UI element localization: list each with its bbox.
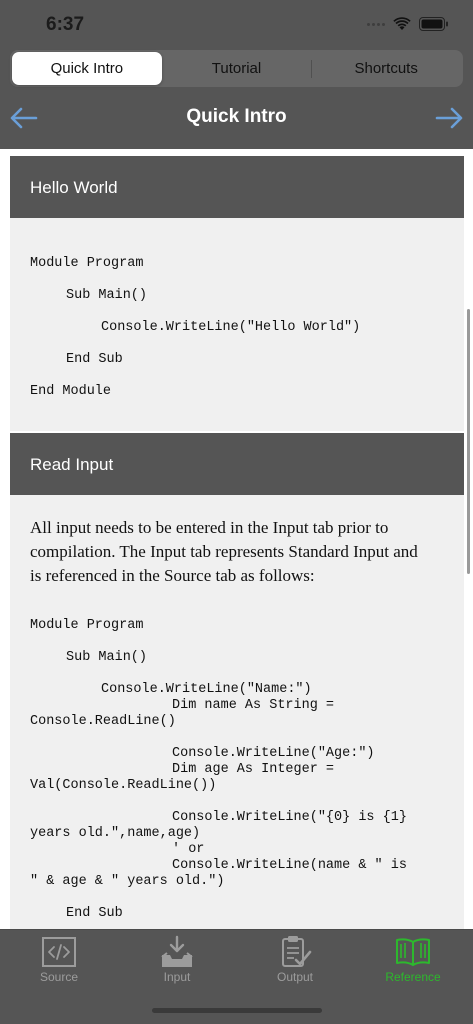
tab-output[interactable]: Output [236, 930, 354, 990]
tab-input[interactable]: Input [118, 930, 236, 990]
segment-tutorial[interactable]: Tutorial [162, 52, 312, 85]
segment-shortcuts[interactable]: Shortcuts [311, 52, 461, 85]
code-line: End Sub [66, 352, 123, 367]
code-icon [42, 937, 76, 967]
code-line: ' or [172, 842, 205, 857]
scrollbar[interactable] [467, 309, 470, 574]
segment-label: Shortcuts [354, 60, 418, 77]
section-header-read-input: Read Input [10, 433, 464, 495]
home-indicator [152, 1008, 322, 1013]
code-line: Sub Main() [66, 650, 148, 665]
segment-label: Quick Intro [50, 60, 124, 77]
code-line: End Module [30, 384, 112, 399]
section-header-hello-world: Hello World [10, 156, 464, 218]
status-time: 6:37 [46, 14, 85, 35]
code-line: Module Program [30, 618, 144, 633]
code-block-hello-world: Module Program Sub Main() Console.WriteL… [10, 218, 464, 431]
tab-source[interactable]: Source [0, 930, 118, 990]
tab-label: Input [163, 970, 191, 984]
tab-label: Reference [385, 970, 441, 984]
code-line: End Sub [66, 906, 123, 921]
code-line: Dim name As String = [172, 698, 335, 713]
code-line: Console.ReadLine() [30, 714, 176, 729]
battery-icon [419, 17, 448, 31]
code-line: Sub Main() [66, 288, 148, 303]
code-line: Val(Console.ReadLine()) [30, 778, 217, 793]
section-title: Read Input [30, 455, 114, 474]
description-text: All input needs to be entered in the Inp… [30, 518, 418, 585]
segmented-control: Quick Intro Tutorial Shortcuts [10, 50, 463, 87]
code-line: Console.WriteLine("Age:") [172, 746, 375, 761]
book-icon [396, 938, 430, 966]
code-line: Module Program [30, 256, 144, 271]
cellular-signal-icon [367, 22, 385, 26]
clipboard-check-icon [282, 936, 312, 967]
code-line: " & age & " years old.") [30, 874, 225, 889]
code-line: Dim age As Integer = [172, 762, 335, 777]
code-line: Console.WriteLine("{0} is {1} [172, 810, 407, 825]
code-line: Console.WriteLine("Hello World") [101, 320, 361, 335]
content-scroll-view[interactable]: Hello World Module Program Sub Main() Co… [0, 149, 473, 929]
code-line: Console.WriteLine("Name:") [101, 682, 312, 697]
tab-label: Output [276, 970, 314, 984]
code-line: Console.WriteLine(name & " is [172, 858, 407, 873]
wifi-icon [393, 17, 411, 30]
status-icons [367, 17, 449, 31]
tab-label: Source [39, 970, 79, 984]
segment-label: Tutorial [211, 60, 262, 77]
input-tray-icon [161, 935, 193, 967]
page-title: Quick Intro [186, 106, 287, 127]
navigation-bar: Quick Intro [0, 92, 473, 144]
code-line: years old.",name,age) [30, 826, 201, 841]
section-title: Hello World [30, 178, 118, 197]
tab-reference[interactable]: Reference [354, 930, 472, 990]
arrow-right-icon[interactable] [434, 106, 464, 130]
status-bar: 6:37 [0, 0, 473, 50]
segment-quick-intro[interactable]: Quick Intro [12, 52, 162, 85]
code-block-read-input: All input needs to be entered in the Inp… [10, 495, 464, 929]
